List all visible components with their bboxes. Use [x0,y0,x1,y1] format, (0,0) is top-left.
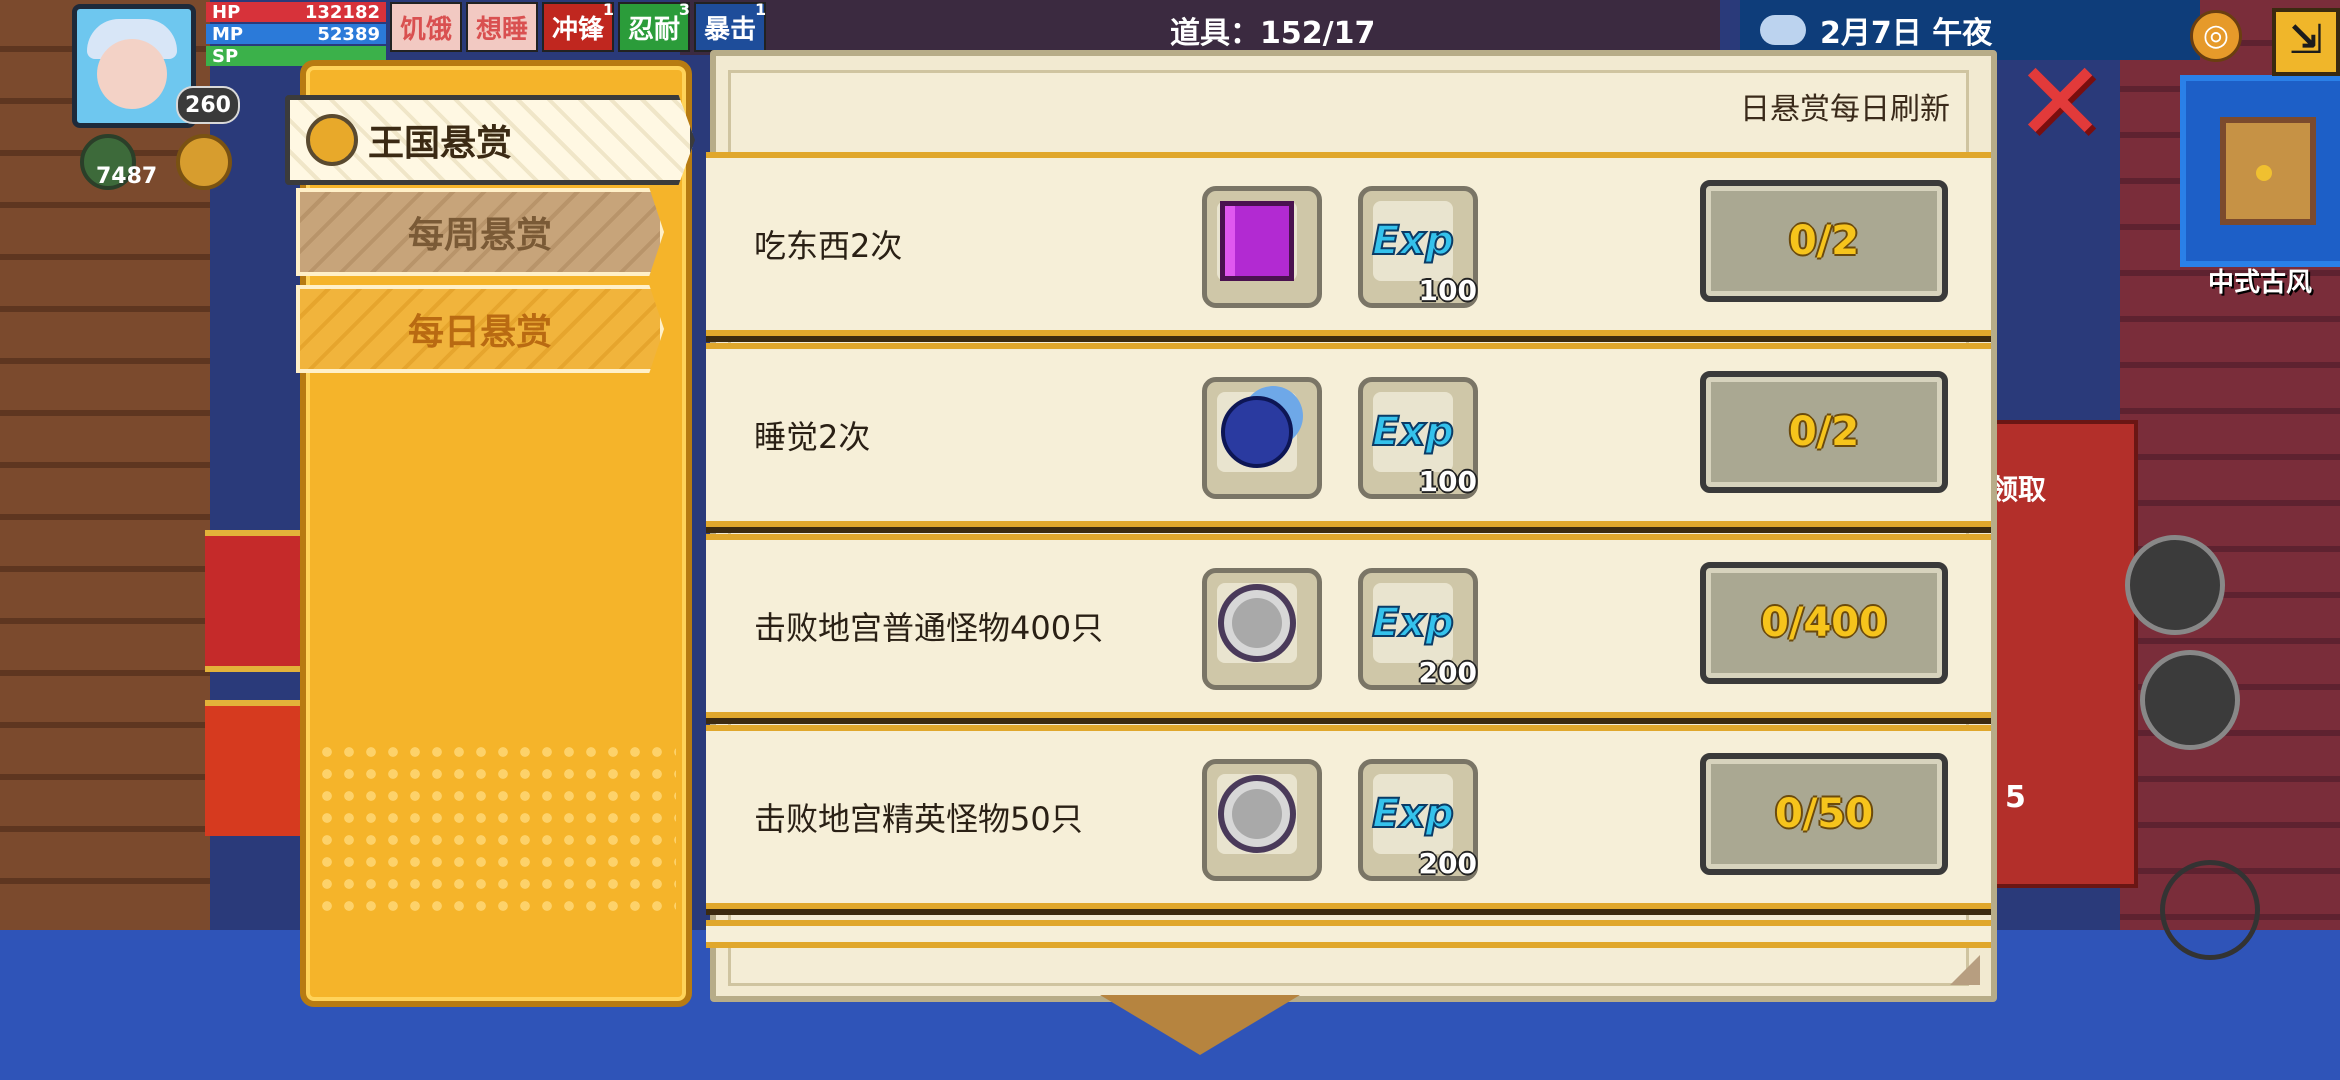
portrait-face [97,39,167,109]
coin-icon [306,114,358,166]
reward-exp-frame: Exp [1371,201,1455,281]
buff-sleepy[interactable]: 想睡 [466,2,539,52]
exp-label: Exp [1371,408,1455,456]
item-count: 道具：152/17 [1170,16,1376,51]
hp-value: 132182 [304,1,380,23]
tab-kingdom-bounty[interactable]: 王国悬赏 [285,95,695,185]
exp-amount: 200 [1418,847,1477,880]
exp-label: Exp [1371,790,1455,838]
tab-label: 每日悬赏 [407,312,552,353]
task-progress: 0/400 [1700,562,1948,684]
reward-exp-slot[interactable]: Exp 200 [1358,568,1478,690]
buff-stack: 1 [754,0,767,19]
reward-item-frame [1217,392,1297,472]
task-progress: 0/2 [1700,180,1948,302]
task-progress: 0/50 [1700,753,1948,875]
panel-pattern [316,741,676,911]
stone-icon [1218,775,1296,853]
buff-stack: 1 [602,0,615,19]
bow-icon[interactable] [2160,860,2260,960]
task-name: 吃东西2次 [754,227,903,265]
task-row: 击败地宫普通怪物400只 Exp 200 0/400 [706,534,1991,718]
globe-icon[interactable]: ◎ [2190,10,2242,62]
red-banner-left-lower [205,700,315,836]
close-button[interactable]: ✕ [2014,47,2106,157]
reward-item-frame [1217,201,1297,281]
exp-amount: 100 [1418,465,1477,498]
reward-exp-slot[interactable]: Exp 100 [1358,377,1478,499]
minimap[interactable] [2180,75,2340,267]
skill-arrow-icon[interactable] [2125,535,2225,635]
reward-exp-frame: Exp [1371,583,1455,663]
exp-amount: 200 [1418,656,1477,689]
status-buffs: 饥饿 想睡 冲锋 1 忍耐 3 暴击 1 [390,0,767,52]
minimap-room [2220,117,2316,225]
buff-label: 暴击 [704,14,757,45]
side-count: 5 [2005,780,2026,815]
buff-charge[interactable]: 冲锋 1 [542,0,615,52]
reward-exp-frame: Exp [1371,774,1455,854]
task-name: 睡觉2次 [754,418,871,456]
list-bottom-edge [706,920,1991,948]
buff-endure[interactable]: 忍耐 3 [618,0,691,52]
hp-label: HP [212,1,241,23]
refresh-note: 日悬赏每日刷新 [1740,92,1950,127]
reward-item-slot[interactable] [1202,377,1322,499]
task-row: 击败地宫精英怪物50只 Exp 200 0/50 [706,725,1991,909]
exp-label: Exp [1371,599,1455,647]
mp-bar: MP 52389 [206,23,386,45]
cloud-icon [1760,15,1806,45]
task-row: 睡觉2次 Exp 100 0/2 [706,343,1991,527]
minimap-label: 中式古风 [2207,268,2312,298]
reward-item-slot[interactable] [1202,568,1322,690]
mp-label: MP [212,23,244,45]
task-name: 击败地宫精英怪物50只 [754,800,1083,838]
reward-exp-slot[interactable]: Exp 100 [1358,186,1478,308]
buff-label: 饥饿 [400,14,453,45]
date-time: 2月7日 午夜 [1820,16,1993,51]
buff-stack: 3 [678,0,691,19]
scroll-icon [1221,396,1293,468]
gold-coin-icon [176,134,232,190]
tab-label: 每周悬赏 [407,215,552,256]
stone-icon [1218,584,1296,662]
reward-item-slot[interactable] [1202,186,1322,308]
tab-daily-bounty[interactable]: 每日悬赏 [296,285,664,373]
tab-label: 王国悬赏 [368,123,513,164]
exp-label: Exp [1371,217,1455,265]
player-location-icon [2256,165,2272,181]
sp-label: SP [212,45,239,67]
tab-weekly-bounty[interactable]: 每周悬赏 [296,188,664,276]
skill-swirl-icon[interactable] [2140,650,2240,750]
hp-bar: HP 132182 [206,1,386,23]
buff-label: 忍耐 [628,14,681,45]
red-banner-left [205,530,315,672]
reward-item-slot[interactable] [1202,759,1322,881]
reward-item-frame [1217,774,1297,854]
buff-hungry[interactable]: 饥饿 [390,2,463,52]
task-name: 击败地宫普通怪物400只 [754,609,1104,647]
buff-label: 冲锋 [552,14,605,45]
mp-value: 52389 [317,23,380,45]
buff-label: 想睡 [476,14,529,45]
exp-amount: 100 [1418,274,1477,307]
level-badge: 260 [176,86,240,124]
claim-label: 领取 [1990,473,2047,506]
expand-icon[interactable]: ⇲ [2272,8,2340,76]
portal-door-icon [1220,201,1294,281]
reward-exp-frame: Exp [1371,392,1455,472]
reward-exp-slot[interactable]: Exp 200 [1358,759,1478,881]
buff-crit[interactable]: 暴击 1 [694,0,767,52]
task-row: 吃东西2次 Exp 100 0/2 [706,152,1991,336]
task-progress: 0/2 [1700,371,1948,493]
gem-count: 7487 [96,164,158,189]
reward-item-frame [1217,583,1297,663]
